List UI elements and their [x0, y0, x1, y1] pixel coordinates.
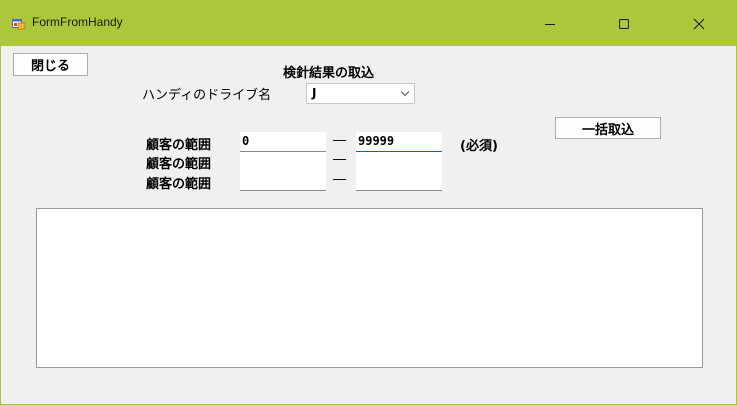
- close-icon: [693, 18, 705, 29]
- range-to-field-1[interactable]: 99999: [356, 132, 442, 152]
- app-form-icon: [12, 19, 26, 30]
- close-window-button[interactable]: [676, 1, 722, 46]
- customer-range-label-2: 顧客の範囲: [146, 157, 212, 172]
- range-from-field-2[interactable]: [240, 152, 326, 172]
- maximize-icon: [619, 18, 629, 29]
- range-from-field-3[interactable]: [240, 171, 326, 191]
- page-title: 検針結果の取込: [283, 66, 375, 81]
- chevron-down-icon[interactable]: [400, 90, 410, 97]
- close-button[interactable]: 閉じる: [13, 53, 88, 76]
- title-bar[interactable]: FormFromHandy: [1, 1, 736, 46]
- range-dash-3: ―: [333, 172, 346, 187]
- minimize-icon: [545, 23, 555, 25]
- maximize-button[interactable]: [601, 1, 647, 46]
- range-dash-2: ―: [333, 152, 346, 167]
- form-client-area: 閉じる 検針結果の取込 ハンディのドライブ名 J 一括取込 顧客の範囲 0 ― …: [1, 46, 736, 404]
- range-to-field-2[interactable]: [356, 152, 442, 172]
- range-dash-1: ―: [333, 133, 346, 148]
- bulk-import-button[interactable]: 一括取込: [555, 117, 661, 139]
- drive-select-value: J: [312, 86, 317, 100]
- customer-range-label-1: 顧客の範囲: [146, 138, 212, 153]
- minimize-button[interactable]: [527, 1, 573, 46]
- window-title: FormFromHandy: [32, 15, 123, 29]
- required-note: (必須): [460, 139, 498, 154]
- drive-label: ハンディのドライブ名: [142, 88, 272, 103]
- app-window: FormFromHandy 閉じる 検針結果の取込 ハンディのドライブ名 J 一…: [0, 0, 737, 405]
- result-log-area[interactable]: [36, 208, 703, 368]
- range-from-field-1[interactable]: 0: [240, 132, 326, 152]
- range-to-field-3[interactable]: [356, 171, 442, 191]
- drive-select[interactable]: J: [306, 83, 415, 104]
- customer-range-label-3: 顧客の範囲: [146, 177, 212, 192]
